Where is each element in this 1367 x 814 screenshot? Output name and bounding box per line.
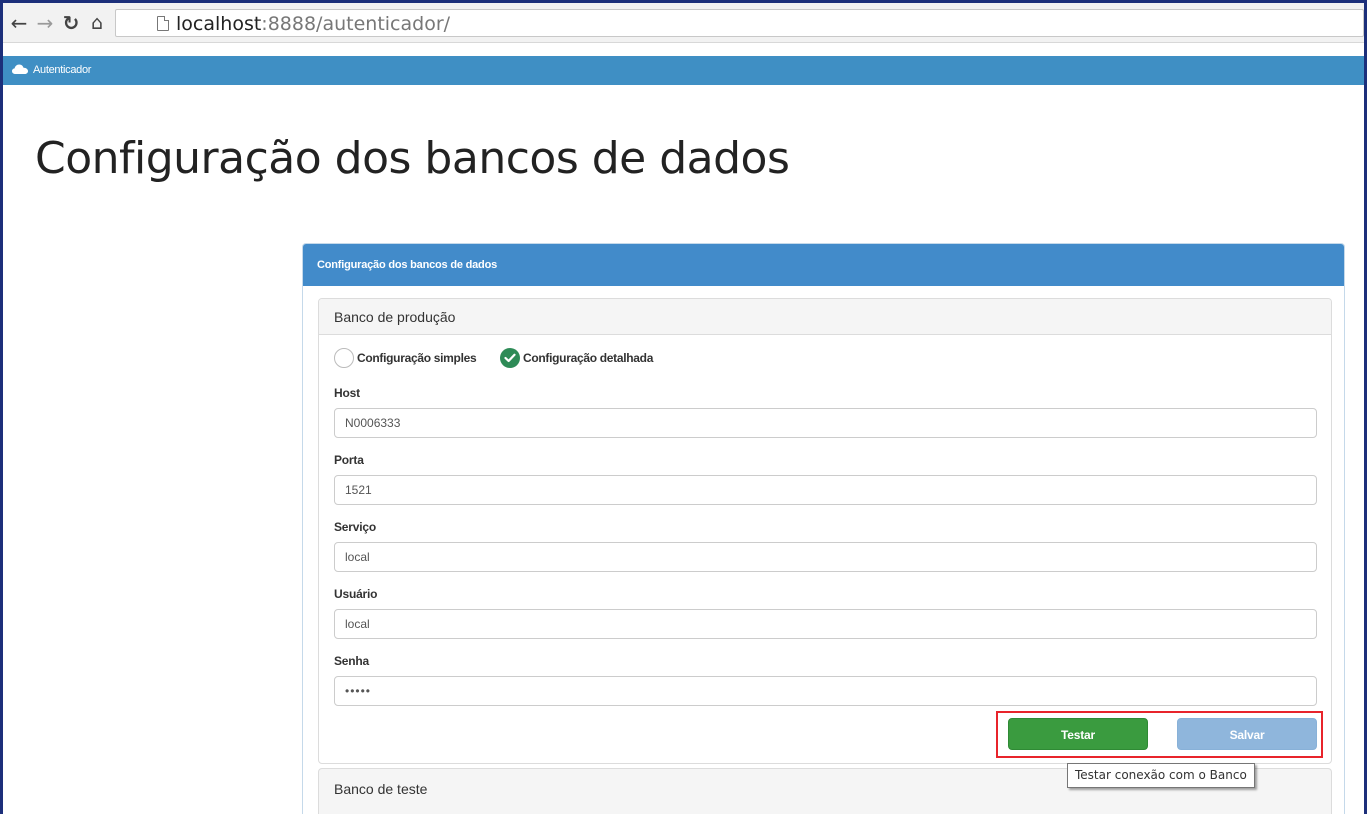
page-title: Configuração dos bancos de dados bbox=[35, 133, 790, 184]
salvar-button[interactable]: Salvar bbox=[1177, 718, 1317, 750]
page-icon bbox=[157, 16, 169, 31]
servico-label: Serviço bbox=[334, 520, 376, 534]
host-input[interactable]: N0006333 bbox=[334, 408, 1317, 438]
database-config-panel: Configuração dos bancos de dados Banco d… bbox=[302, 243, 1345, 814]
home-icon[interactable]: ⌂ bbox=[85, 11, 109, 35]
panel-heading: Configuração dos bancos de dados bbox=[303, 244, 1344, 286]
arrow-left-icon[interactable]: ← bbox=[7, 11, 31, 35]
usuario-label: Usuário bbox=[334, 587, 378, 601]
usuario-input[interactable]: local bbox=[334, 609, 1317, 639]
porta-input[interactable]: 1521 bbox=[334, 475, 1317, 505]
app-navbar: Autenticador bbox=[3, 56, 1364, 85]
cloud-icon bbox=[12, 64, 28, 74]
url-host: localhost bbox=[176, 13, 262, 35]
app-brand[interactable]: Autenticador bbox=[33, 64, 91, 76]
radio-detailed-config[interactable] bbox=[500, 348, 520, 368]
browser-toolbar: ← → ↻ ⌂ localhost:8888/autenticador/ bbox=[3, 3, 1364, 43]
porta-label: Porta bbox=[334, 453, 364, 467]
radio-simple-label[interactable]: Configuração simples bbox=[357, 351, 477, 365]
arrow-right-icon[interactable]: → bbox=[33, 11, 57, 35]
panel-title: Configuração dos bancos de dados bbox=[317, 259, 498, 271]
reload-icon[interactable]: ↻ bbox=[59, 11, 83, 35]
radio-simple-config[interactable] bbox=[334, 348, 354, 368]
url-path: :8888/autenticador/ bbox=[261, 13, 451, 35]
production-bank-title: Banco de produção bbox=[334, 309, 456, 325]
production-bank-panel: Banco de produção Configuração simples C… bbox=[318, 298, 1332, 764]
testar-tooltip: Testar conexão com o Banco bbox=[1067, 763, 1255, 788]
url-text: localhost:8888/autenticador/ bbox=[176, 13, 450, 35]
production-bank-heading[interactable]: Banco de produção bbox=[319, 299, 1331, 335]
test-bank-title: Banco de teste bbox=[334, 781, 428, 797]
servico-input[interactable]: local bbox=[334, 542, 1317, 572]
senha-label: Senha bbox=[334, 654, 370, 668]
testar-button[interactable]: Testar bbox=[1008, 718, 1148, 750]
host-label: Host bbox=[334, 386, 360, 400]
senha-input[interactable]: ••••• bbox=[334, 676, 1317, 706]
check-icon bbox=[504, 353, 516, 363]
radio-detailed-label[interactable]: Configuração detalhada bbox=[523, 351, 653, 365]
address-bar[interactable]: localhost:8888/autenticador/ bbox=[115, 9, 1364, 37]
